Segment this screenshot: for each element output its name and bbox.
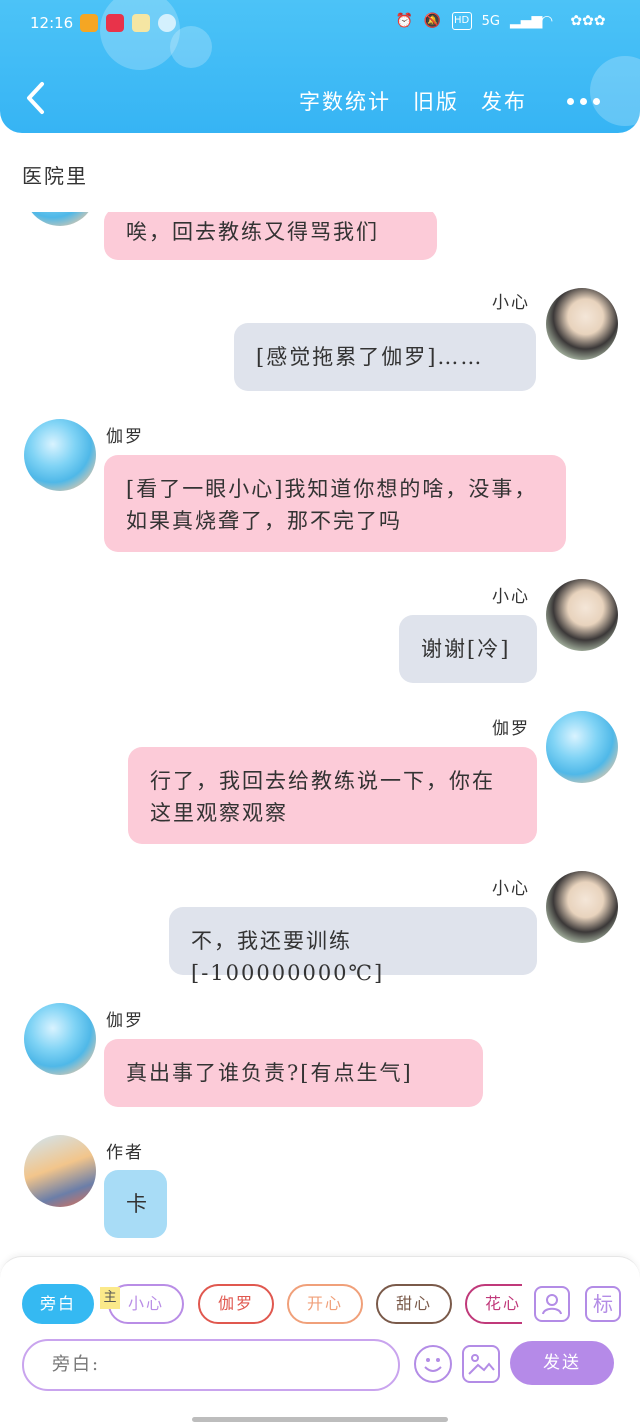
avatar-jialuo[interactable]: [546, 711, 618, 783]
app-header: 12:16 ⏰ 🔕 HD 5G ▂▄▆ ◠ ✿✿✿ 字数统计 旧版 发布: [0, 0, 640, 133]
avatar-jialuo[interactable]: [24, 1003, 96, 1075]
message-bubble[interactable]: 真出事了谁负责?[有点生气]: [104, 1039, 483, 1107]
header-actions: 字数统计 旧版 发布: [299, 86, 600, 116]
image-icon: [468, 1354, 495, 1375]
mute-icon: 🔕: [423, 13, 442, 29]
emoji-button[interactable]: [414, 1345, 452, 1383]
speaker-name: 伽罗: [492, 719, 530, 739]
home-indicator[interactable]: [192, 1417, 448, 1422]
avatar-xiaoxin[interactable]: [546, 871, 618, 943]
message-bubble[interactable]: 不，我还要训练[-100000000℃]: [169, 907, 537, 985]
message-bubble[interactable]: [感觉拖累了伽罗]……: [234, 323, 536, 391]
more-dots-icon[interactable]: [567, 97, 600, 105]
scene-title: 医院里: [22, 164, 88, 188]
character-chip[interactable]: 开心: [287, 1284, 363, 1324]
app-notification-icon: [80, 14, 98, 32]
old-version-button[interactable]: 旧版: [413, 86, 459, 116]
avatar-jialuo[interactable]: [24, 212, 96, 226]
chat-list: 唉，回去教练又得骂我们 小心 [感觉拖累了伽罗]…… 伽罗 [看了一眼小心]我知…: [0, 212, 640, 1252]
wifi-icon: ◠: [540, 13, 554, 29]
app-notification-icon: [106, 14, 124, 32]
speaker-name: 作者: [106, 1143, 144, 1163]
avatar-xiaoxin[interactable]: [546, 579, 618, 651]
compose-panel: 旁白 小心 伽罗 开心 甜心 花心 主 标 旁白: 发送: [0, 1256, 640, 1427]
word-count-button[interactable]: 字数统计: [299, 86, 391, 116]
signal-icon: ▂▄▆: [510, 13, 543, 29]
alarm-icon: ⏰: [395, 13, 414, 29]
status-time: 12:16: [30, 14, 74, 32]
speaker-name: 小心: [492, 293, 530, 313]
image-button[interactable]: [462, 1345, 500, 1383]
network-label: 5G: [481, 13, 500, 29]
avatar-author[interactable]: [24, 1135, 96, 1207]
back-button[interactable]: [22, 80, 50, 116]
character-chip[interactable]: 伽罗: [198, 1284, 274, 1324]
chevron-left-icon: [27, 82, 44, 114]
speaker-name: 小心: [492, 587, 530, 607]
character-chip[interactable]: 花心: [465, 1284, 522, 1324]
person-card-icon: [542, 1294, 562, 1315]
send-button[interactable]: 发送: [510, 1341, 614, 1385]
speaker-name: 小心: [492, 879, 530, 899]
hd-icon: HD: [451, 12, 472, 30]
smiley-icon: [424, 1358, 442, 1372]
main-character-badge: 主: [100, 1287, 120, 1309]
message-bubble[interactable]: 卡: [104, 1170, 167, 1238]
character-chip[interactable]: 甜心: [376, 1284, 452, 1324]
status-bar: 12:16 ⏰ 🔕 HD 5G ▂▄▆ ◠ ✿✿✿: [0, 0, 640, 48]
character-chip-narrator[interactable]: 旁白: [22, 1284, 94, 1324]
person-card-button[interactable]: [534, 1286, 570, 1322]
message-bubble[interactable]: 行了，我回去给教练说一下，你在这里观察观察: [128, 747, 537, 844]
status-indicators: ⏰ 🔕 HD 5G ▂▄▆ ◠ ✿✿✿: [396, 12, 610, 30]
message-bubble[interactable]: [看了一眼小心]我知道你想的啥，没事，如果真烧聋了，那不完了吗: [104, 455, 566, 552]
avatar-xiaoxin[interactable]: [546, 288, 618, 360]
speaker-name: 伽罗: [106, 1011, 144, 1031]
mark-button[interactable]: 标: [585, 1286, 621, 1322]
publish-button[interactable]: 发布: [481, 86, 527, 116]
message-bubble[interactable]: 唉，回去教练又得骂我们: [104, 212, 437, 260]
speaker-name: 伽罗: [106, 427, 144, 447]
message-input[interactable]: 旁白:: [22, 1339, 400, 1391]
message-bubble[interactable]: 谢谢[冷]: [399, 615, 537, 683]
character-selector: 旁白 小心 伽罗 开心 甜心 花心: [22, 1284, 522, 1324]
app-notification-icon: [158, 14, 176, 32]
app-notification-icon: [132, 14, 150, 32]
battery-icon: ✿✿✿: [570, 13, 606, 29]
avatar-jialuo[interactable]: [24, 419, 96, 491]
